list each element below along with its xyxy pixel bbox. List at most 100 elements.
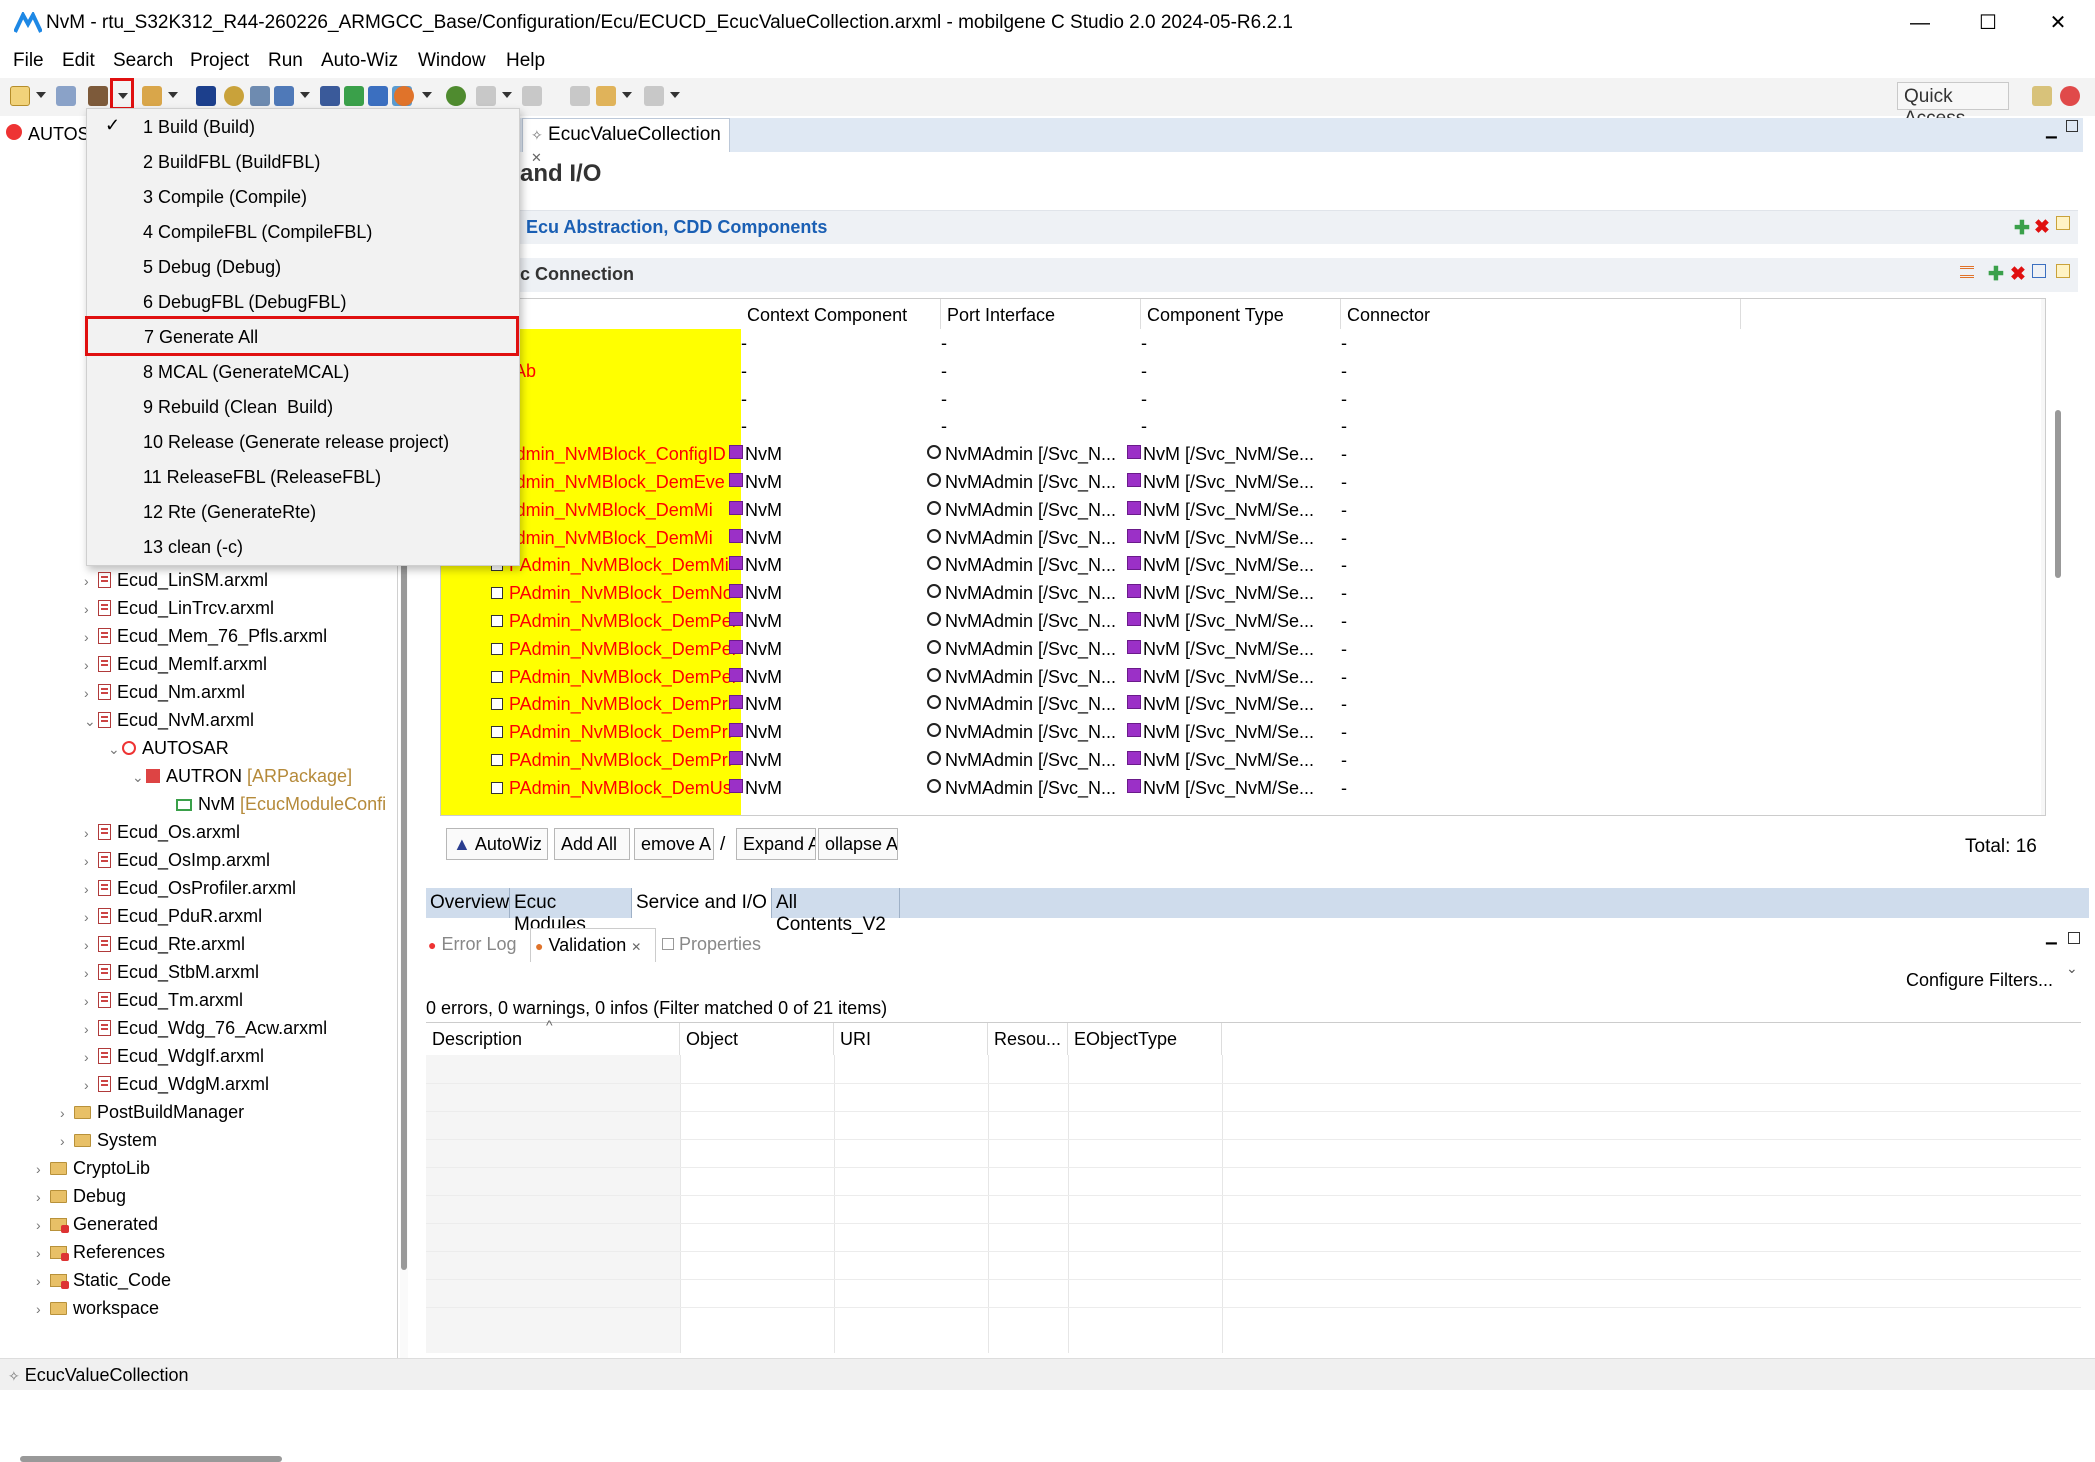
next-annotation-icon[interactable] (476, 86, 496, 106)
table-row[interactable]: M---- (441, 385, 2045, 413)
column-header[interactable]: Connector (1341, 299, 1741, 329)
table-row[interactable]: wAb---- (441, 357, 2045, 385)
expand-box-icon[interactable] (491, 698, 503, 711)
table-row[interactable]: PAdmin_NvMBlock_DemMi NvM NvMAdmin [/Svc_N… (441, 551, 2045, 579)
expand-box-icon[interactable] (491, 670, 503, 683)
table-scrollbar-track[interactable] (2041, 299, 2045, 815)
tree-item[interactable]: › Static_Code (36, 1270, 171, 1291)
section-title[interactable]: Ecu Abstraction, CDD Components (526, 217, 827, 238)
menu-file[interactable]: File (13, 50, 44, 72)
expand-arrow-icon[interactable]: › (84, 825, 98, 841)
tree-item[interactable]: › Ecud_Rte.arxml (84, 934, 245, 955)
edit-icon[interactable] (2056, 264, 2070, 278)
tree-item[interactable]: › Ecud_WdgIf.arxml (84, 1046, 264, 1067)
close-tab-icon[interactable]: ✕ (631, 940, 641, 954)
expand-arrow-icon[interactable]: › (36, 1161, 50, 1177)
delete-icon[interactable]: ✖ (2010, 263, 2026, 286)
menu-item-clean[interactable]: 13 clean (-c) (87, 529, 519, 564)
tab-validation[interactable]: ● Validation ✕ (530, 928, 656, 962)
external-tools-icon[interactable] (446, 86, 466, 106)
add-all-button[interactable]: Add All (554, 828, 630, 860)
tree-item[interactable]: › Generated (36, 1214, 158, 1235)
expand-arrow-icon[interactable]: › (84, 937, 98, 953)
collapse-arrow-icon[interactable]: ⌄ (132, 769, 146, 786)
tree-item[interactable]: › System (60, 1130, 157, 1151)
editor-tab[interactable]: ✧ EcucValueCollection ✕ (522, 118, 730, 165)
expand-arrow-icon[interactable]: › (60, 1105, 74, 1121)
table-row[interactable]: PAdmin_NvMBlock_DemPri NvM NvMAdmin [/Svc_… (441, 746, 2045, 774)
minimize-button[interactable]: — (1900, 8, 1940, 38)
debug-dropdown-arrow-icon[interactable] (422, 92, 432, 98)
column-header[interactable]: Context Component (741, 299, 941, 329)
tree-item[interactable]: ⌄ AUTRON [ARPackage] (132, 766, 352, 787)
run-tool-icon[interactable] (142, 86, 162, 106)
menu-item-generate-all[interactable]: 7 Generate All (85, 316, 519, 356)
menu-item-debugfbl[interactable]: 6 DebugFBL (DebugFBL) (87, 284, 519, 319)
back-icon[interactable] (596, 86, 616, 106)
tree-item[interactable]: › Ecud_Mem_76_Pfls.arxml (84, 626, 327, 647)
tab-overview[interactable]: Overview (426, 888, 510, 918)
sort-icon[interactable] (1960, 266, 1974, 278)
explorer-tab-label[interactable]: AUTOS (28, 124, 90, 145)
debug-icon[interactable] (394, 86, 414, 106)
tree-item[interactable]: › Ecud_Os.arxml (84, 822, 240, 843)
expand-arrow-icon[interactable]: › (84, 1077, 98, 1093)
table-row[interactable]: PAdmin_NvMBlock_DemPer NvM NvMAdmin [/Svc_… (441, 607, 2045, 635)
expand-arrow-icon[interactable]: › (36, 1301, 50, 1317)
table-row[interactable]: PAdmin_NvMBlock_DemPer NvM NvMAdmin [/Svc_… (441, 635, 2045, 663)
expand-arrow-icon[interactable]: › (84, 909, 98, 925)
tree-item[interactable]: › Ecud_LinTrcv.arxml (84, 598, 274, 619)
column-header[interactable]: URI (834, 1023, 988, 1055)
expand-arrow-icon[interactable]: › (84, 629, 98, 645)
tab-properties[interactable]: Properties (662, 934, 761, 955)
menu-project[interactable]: Project (190, 50, 249, 72)
menu-window[interactable]: Window (418, 50, 486, 72)
perspective-icon[interactable] (2060, 86, 2080, 106)
view-menu-icon[interactable]: ⌄ (2066, 960, 2078, 977)
expand-arrow-icon[interactable]: › (84, 685, 98, 701)
tree-item[interactable]: › Ecud_StbM.arxml (84, 962, 259, 983)
table-vertical-scrollbar[interactable] (2055, 410, 2061, 578)
tree-item[interactable]: ⌄ AUTOSAR (108, 738, 229, 759)
horizontal-scrollbar[interactable] (20, 1456, 282, 1462)
tree-item[interactable]: › Ecud_PduR.arxml (84, 906, 262, 927)
menu-search[interactable]: Search (113, 50, 173, 72)
collapse-all-button[interactable]: ollapse A (818, 828, 898, 860)
expand-arrow-icon[interactable]: › (60, 1133, 74, 1149)
menu-item-release[interactable]: 10 Release (Generate release project) (87, 424, 519, 459)
expand-arrow-icon[interactable]: › (84, 657, 98, 673)
tree-item[interactable]: › Ecud_OsImp.arxml (84, 850, 270, 871)
tree-item[interactable]: › Ecud_LinSM.arxml (84, 570, 268, 591)
tree-item[interactable]: › CryptoLib (36, 1158, 150, 1179)
expand-arrow-icon[interactable]: › (36, 1245, 50, 1261)
tree-item[interactable]: › Ecud_Nm.arxml (84, 682, 245, 703)
connect-icon[interactable] (368, 86, 388, 106)
table-row[interactable]: PAdmin_NvMBlock_DemNo NvM NvMAdmin [/Svc_N… (441, 579, 2045, 607)
expand-arrow-icon[interactable]: › (84, 1021, 98, 1037)
expand-arrow-icon[interactable]: › (84, 965, 98, 981)
menu-item-compile[interactable]: 3 Compile (Compile) (87, 179, 519, 214)
component-icon[interactable] (344, 86, 364, 106)
tree-item[interactable]: › Ecud_WdgM.arxml (84, 1074, 269, 1095)
tree-item[interactable]: › workspace (36, 1298, 159, 1319)
maximize-editor-icon[interactable] (2066, 120, 2078, 132)
minimize-view-icon[interactable]: ▁ (2046, 928, 2057, 945)
maximize-view-icon[interactable] (2068, 932, 2080, 944)
tree-item[interactable]: › Ecud_OsProfiler.arxml (84, 878, 296, 899)
table-row[interactable]: PAdmin_NvMBlock_DemPer NvM NvMAdmin [/Svc_… (441, 663, 2045, 691)
module-icon[interactable] (320, 86, 340, 106)
expand-arrow-icon[interactable]: › (84, 601, 98, 617)
type-icon[interactable] (196, 86, 216, 106)
package-icon[interactable] (274, 86, 294, 106)
expand-box-icon[interactable] (491, 781, 503, 794)
build-dropdown-arrow-icon[interactable] (118, 93, 128, 99)
tree-item[interactable]: NvM [EcucModuleConfi (176, 794, 386, 815)
table-row[interactable]: PAdmin_NvMBlock_DemMi NvM NvMAdmin [/Svc_N… (441, 524, 2045, 552)
menu-run[interactable]: Run (268, 50, 303, 72)
expand-box-icon[interactable] (491, 587, 503, 600)
maximize-button[interactable]: ☐ (1968, 8, 2008, 38)
back-history-icon[interactable] (570, 86, 590, 106)
spark-icon[interactable] (224, 86, 244, 106)
configure-filters-link[interactable]: Configure Filters... (1906, 970, 2053, 991)
chart-icon[interactable] (250, 86, 270, 106)
